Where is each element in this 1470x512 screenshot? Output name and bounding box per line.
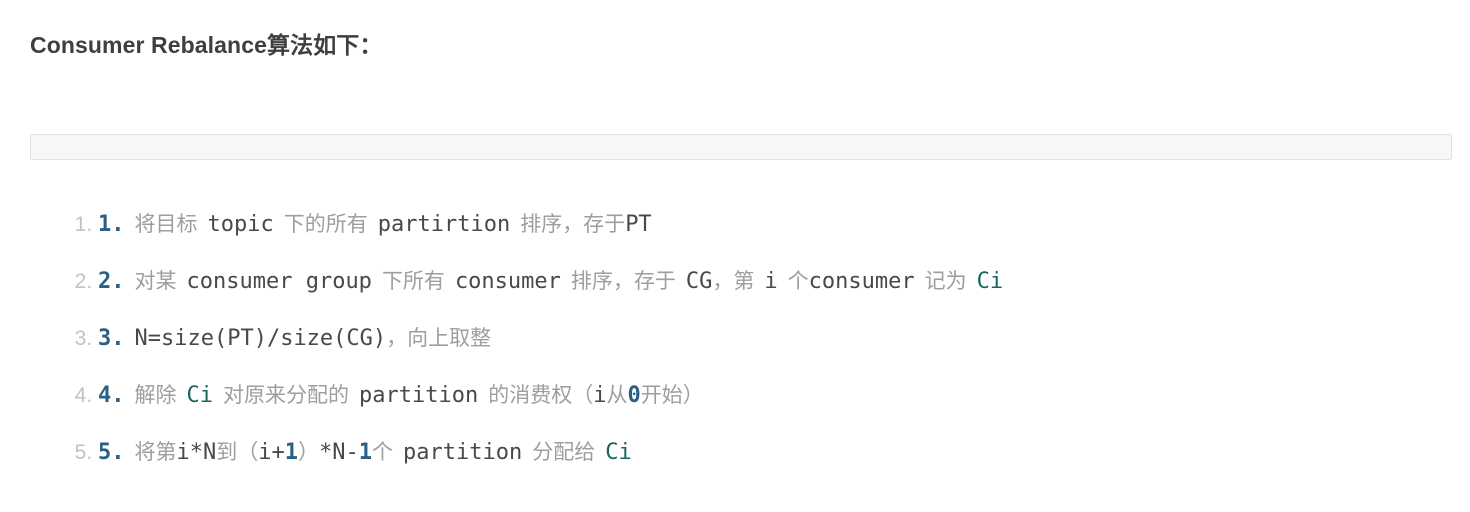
prose-token: 将目标	[134, 212, 198, 236]
prose-token: 下的所有	[283, 212, 368, 236]
code-token: PT	[625, 212, 652, 237]
prose-token: 分配给	[532, 440, 596, 464]
prose-token: 记为	[924, 269, 967, 293]
code-token: CG	[685, 269, 713, 294]
code-token: consumer group	[186, 269, 372, 294]
numeric-literal-token: 1	[358, 440, 372, 465]
step-number: 2.	[98, 269, 125, 294]
code-token: *N-	[319, 440, 359, 465]
step-number: 5.	[98, 440, 125, 465]
prose-token: 到（	[216, 440, 259, 464]
prose-token: 解除	[134, 383, 177, 407]
prose-token: 开始）	[640, 383, 704, 407]
identifier-token: Ci	[186, 383, 214, 408]
code-token: partirtion	[377, 212, 511, 237]
list-item: 3. N=size(PT)/size(CG)，向上取整	[98, 310, 1470, 367]
code-token: N=size(PT)/size(CG)	[134, 326, 387, 351]
code-token: partition	[403, 440, 523, 465]
empty-code-block	[30, 134, 1452, 160]
algorithm-step-list: 1.将目标topic下的所有partirtion排序，存于PT2.对某consu…	[30, 196, 1470, 481]
code-token: consumer	[808, 269, 915, 294]
identifier-token: Ci	[976, 269, 1004, 294]
step-line: 5. 将第i*N到（i+1）*N-1个 partition 分配给 Ci	[98, 440, 632, 465]
prose-token: ）	[298, 440, 319, 464]
step-number: 4.	[98, 383, 125, 408]
step-number: 1.	[98, 212, 125, 237]
step-line: 2. 对某 consumer group 下所有 consumer 排序，存于 CG，第 i 个…	[98, 269, 1003, 294]
code-token: topic	[207, 212, 274, 237]
page-title: Consumer Rebalance算法如下：	[30, 32, 383, 58]
step-line: 3. N=size(PT)/size(CG)，向上取整	[98, 326, 491, 351]
document-page: Consumer Rebalance算法如下： 1. 将目标 topic 下的所有 pa…	[0, 0, 1470, 512]
prose-token: 个	[787, 269, 809, 293]
step-number: 3.	[98, 326, 125, 351]
prose-token: ，第	[712, 269, 755, 293]
list-item: 4. 解除 Ci 对原来分配的 partition 的消费权（i从0开始）	[98, 367, 1470, 424]
prose-token: 对原来分配的	[223, 383, 349, 407]
prose-token: ，向上取整	[386, 326, 492, 350]
step-line: 4. 解除 Ci 对原来分配的 partition 的消费权（i从0开始）	[98, 383, 704, 408]
prose-token: 下所有	[381, 269, 445, 293]
prose-token: 个	[372, 440, 393, 464]
prose-token: 排序，存于	[570, 269, 676, 293]
code-token: partition	[359, 383, 479, 408]
code-token: i	[593, 383, 607, 408]
prose-token: 的消费权（	[488, 383, 594, 407]
prose-token: 将第	[134, 440, 177, 464]
code-token: i*N	[176, 440, 217, 465]
code-token: i+	[258, 440, 285, 465]
list-item: 1. 将目标 topic 下的所有 partirtion 排序，存于PT	[98, 196, 1470, 253]
numeric-literal-token: 1	[284, 440, 298, 465]
list-item: 2. 对某 consumer group 下所有 consumer 排序，存于 CG，第 i个…	[98, 253, 1470, 310]
step-line: 1. 将目标 topic 下的所有 partirtion 排序，存于PT	[98, 212, 652, 237]
code-token: i	[764, 269, 778, 294]
list-item: 5.将第i*N到（i+1）*N-1个partition分配给Ci	[98, 424, 1470, 481]
prose-token: 从	[606, 383, 628, 407]
identifier-token: Ci	[605, 440, 632, 465]
prose-token: 排序，存于	[520, 212, 626, 236]
code-token: consumer	[454, 269, 561, 294]
prose-token: 对某	[134, 269, 177, 293]
numeric-literal-token: 0	[627, 383, 641, 408]
